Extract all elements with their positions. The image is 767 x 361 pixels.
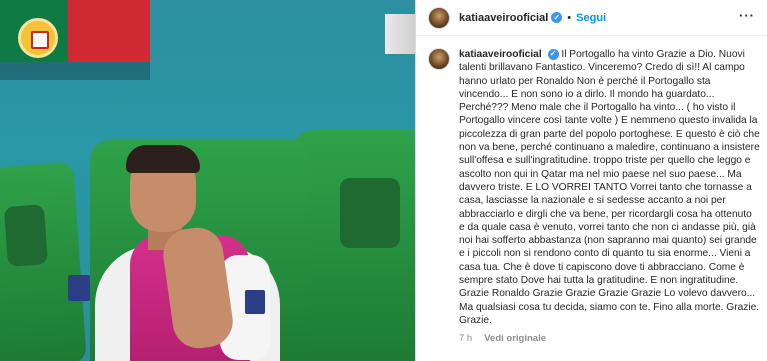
timestamp[interactable]: 7 h xyxy=(459,333,472,344)
follow-button[interactable]: Segui xyxy=(576,12,606,24)
bench-seat-left xyxy=(0,162,87,361)
caption-meta: 7 h Vedi originale xyxy=(459,333,546,344)
avatar[interactable] xyxy=(428,6,450,29)
post-photo[interactable] xyxy=(0,0,415,361)
seat-window xyxy=(340,178,400,248)
more-options-icon[interactable]: ··· xyxy=(739,9,755,22)
caption-block: katiaaveirooficial ✓ Il Portogallo ha vi… xyxy=(428,48,760,327)
caption-body: Il Portogallo ha vinto Grazie a Dio. Nuo… xyxy=(459,49,760,326)
caption-text: katiaaveirooficial ✓ Il Portogallo ha vi… xyxy=(459,48,760,327)
verified-badge-icon: ✓ xyxy=(547,48,559,60)
flag-crest xyxy=(18,18,58,58)
see-original-button[interactable]: Vedi originale xyxy=(484,333,546,344)
seat-window xyxy=(3,204,48,267)
sleeve-badge-left xyxy=(68,275,90,301)
sleeve-badge-right xyxy=(245,290,265,314)
caption-username-link[interactable]: katiaaveirooficial xyxy=(459,49,542,60)
avatar[interactable] xyxy=(428,48,450,70)
flag-shadow xyxy=(0,62,150,80)
post-header: katiaaveirooficial ✓ • Segui ··· xyxy=(416,0,767,36)
verified-badge-icon: ✓ xyxy=(551,12,563,23)
username-link[interactable]: katiaaveirooficial xyxy=(459,12,548,24)
background-flag xyxy=(385,14,415,54)
separator-dot: • xyxy=(567,11,572,24)
post-side-panel: katiaaveirooficial ✓ • Segui ··· katiaav… xyxy=(416,0,767,361)
instagram-post: katiaaveirooficial ✓ • Segui ··· katiaav… xyxy=(0,0,767,361)
player-hair xyxy=(126,145,200,173)
